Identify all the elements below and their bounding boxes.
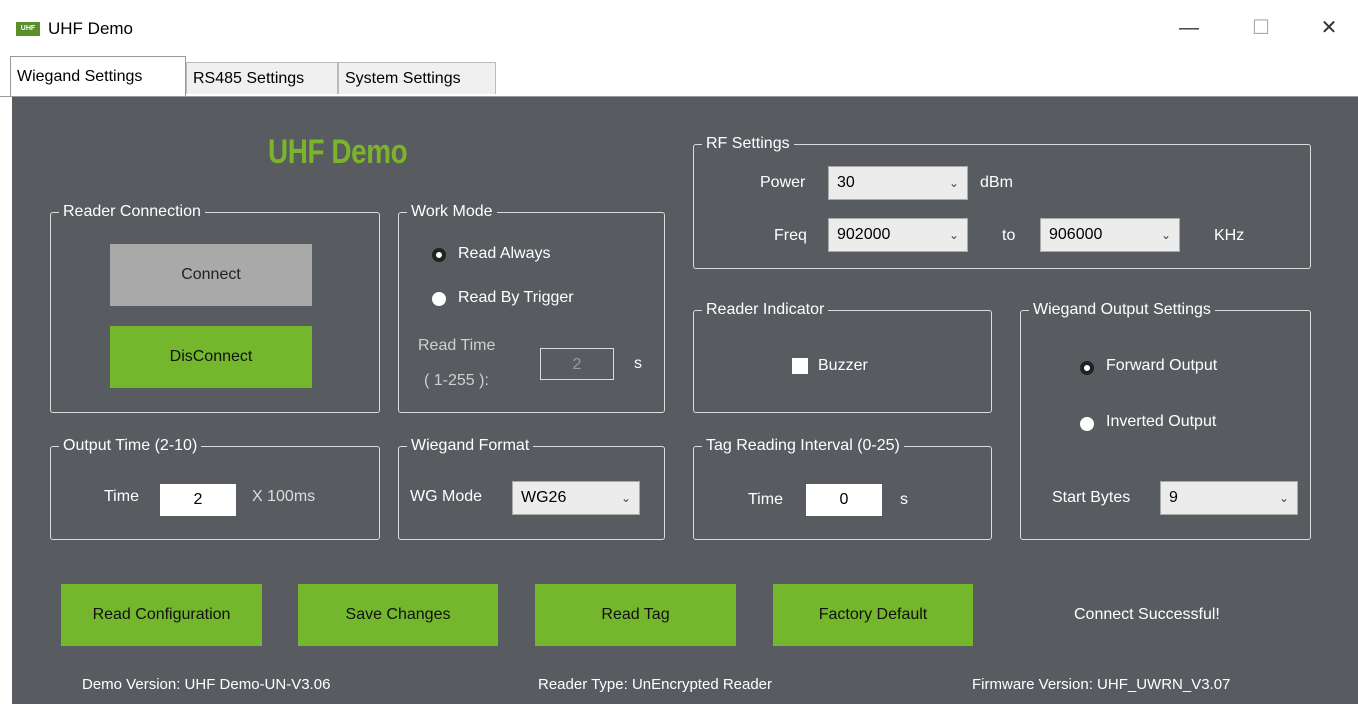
chevron-down-icon: ⌄ <box>948 228 959 242</box>
tag-interval-input[interactable]: 0 <box>806 484 882 516</box>
factory-default-button[interactable]: Factory Default <box>773 584 973 646</box>
read-by-trigger-label: Read By Trigger <box>458 289 574 306</box>
reader-connection-label: Reader Connection <box>59 202 205 222</box>
power-select[interactable]: 30 ⌄ <box>828 166 968 200</box>
freq-label: Freq <box>774 227 807 244</box>
demo-version: Demo Version: UHF Demo-UN-V3.06 <box>82 676 331 693</box>
read-time-input[interactable]: 2 <box>540 348 614 380</box>
read-always-label: Read Always <box>458 245 551 262</box>
read-time-label: Read Time <box>418 337 496 354</box>
wiegand-format-label: Wiegand Format <box>407 436 534 456</box>
wg-mode-select[interactable]: WG26 ⌄ <box>512 481 640 515</box>
power-unit: dBm <box>980 174 1013 191</box>
close-button[interactable]: ✕ <box>1314 16 1344 40</box>
freq-from-value: 902000 <box>837 226 891 243</box>
reader-indicator-label: Reader Indicator <box>702 300 829 320</box>
read-by-trigger-radio[interactable] <box>432 292 446 306</box>
buzzer-label: Buzzer <box>818 357 868 374</box>
app-window: UHF UHF Demo — ☐ ✕ Wiegand Settings RS48… <box>0 0 1358 704</box>
freq-to-value: 906000 <box>1049 226 1103 243</box>
start-bytes-select[interactable]: 9 ⌄ <box>1160 481 1298 515</box>
tag-interval-time-label: Time <box>748 491 783 508</box>
freq-unit: KHz <box>1214 227 1245 244</box>
read-always-radio[interactable] <box>432 248 446 262</box>
freq-to-select[interactable]: 906000 ⌄ <box>1040 218 1180 252</box>
chevron-down-icon: ⌄ <box>1160 228 1171 242</box>
window-title: UHF Demo <box>48 19 134 38</box>
inverted-output-label: Inverted Output <box>1106 413 1217 430</box>
freq-to-label: to <box>1002 227 1016 244</box>
start-bytes-label: Start Bytes <box>1052 489 1131 506</box>
disconnect-button[interactable]: DisConnect <box>110 326 312 388</box>
tab-wiegand-settings[interactable]: Wiegand Settings <box>10 56 186 96</box>
minimize-button[interactable]: — <box>1174 16 1204 40</box>
tab-system-settings[interactable]: System Settings <box>338 62 496 94</box>
buzzer-checkbox[interactable] <box>792 358 808 374</box>
read-configuration-button[interactable]: Read Configuration <box>61 584 262 646</box>
forward-output-radio[interactable] <box>1080 361 1094 375</box>
title-bar: UHF UHF Demo — ☐ ✕ <box>0 0 1358 54</box>
tag-reading-interval-label: Tag Reading Interval (0-25) <box>702 436 904 456</box>
save-changes-button[interactable]: Save Changes <box>298 584 498 646</box>
app-icon: UHF <box>16 22 40 36</box>
rf-settings-group: RF Settings <box>693 134 1311 269</box>
work-mode-label: Work Mode <box>407 202 497 222</box>
wiegand-output-label: Wiegand Output Settings <box>1029 300 1215 320</box>
read-time-range-label: ( 1-255 ): <box>424 372 489 389</box>
forward-output-label: Forward Output <box>1106 357 1218 374</box>
rf-settings-label: RF Settings <box>702 134 794 154</box>
wg-mode-value: WG26 <box>521 489 567 506</box>
output-time-input[interactable]: 2 <box>160 484 236 516</box>
chevron-down-icon: ⌄ <box>948 176 959 190</box>
connect-button[interactable]: Connect <box>110 244 312 306</box>
freq-from-select[interactable]: 902000 ⌄ <box>828 218 968 252</box>
start-bytes-value: 9 <box>1169 489 1178 506</box>
brand-title: UHF Demo <box>268 133 408 171</box>
reader-type: Reader Type: UnEncrypted Reader <box>538 676 773 693</box>
tab-rs485-settings[interactable]: RS485 Settings <box>186 62 338 94</box>
status-message: Connect Successful! <box>1074 606 1220 623</box>
inverted-output-radio[interactable] <box>1080 417 1094 431</box>
read-time-unit: s <box>634 355 642 372</box>
power-value: 30 <box>837 174 855 191</box>
read-tag-button[interactable]: Read Tag <box>535 584 736 646</box>
chevron-down-icon: ⌄ <box>1278 491 1289 505</box>
output-time-label: Output Time (2-10) <box>59 436 202 456</box>
firmware-version: Firmware Version: UHF_UWRN_V3.07 <box>972 676 1231 693</box>
power-label: Power <box>760 174 806 191</box>
output-time-unit: X 100ms <box>252 488 316 505</box>
wg-mode-label: WG Mode <box>410 488 483 505</box>
output-time-time-label: Time <box>104 488 139 505</box>
tag-interval-unit: s <box>900 491 908 508</box>
chevron-down-icon: ⌄ <box>620 491 631 505</box>
maximize-button[interactable]: ☐ <box>1246 16 1276 40</box>
